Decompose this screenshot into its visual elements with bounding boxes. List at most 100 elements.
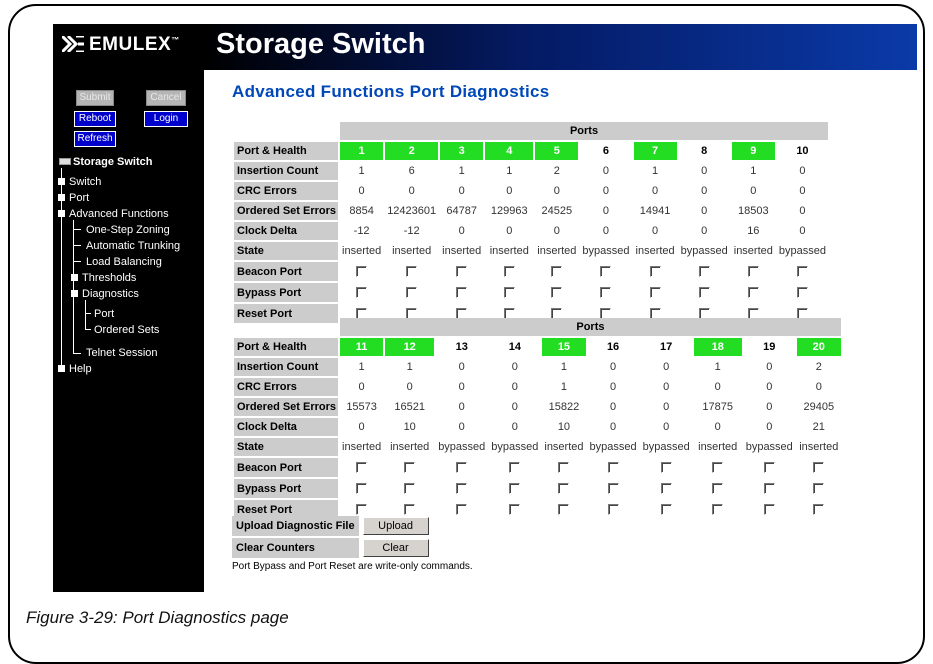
reset-port-checkbox[interactable] bbox=[456, 504, 468, 516]
bypass-port-checkbox[interactable] bbox=[712, 483, 724, 495]
tree-item-thresholds[interactable]: Thresholds bbox=[71, 272, 136, 284]
reset-port-checkbox[interactable] bbox=[509, 504, 521, 516]
tree-root[interactable]: Storage Switch bbox=[59, 156, 152, 168]
tree-item-port[interactable]: Port bbox=[58, 192, 89, 204]
beacon-port-checkbox[interactable] bbox=[607, 462, 619, 474]
tree-item-switch[interactable]: Switch bbox=[58, 176, 101, 188]
bypass-port-checkbox[interactable] bbox=[551, 287, 563, 299]
ose-value: 0 bbox=[602, 205, 610, 217]
insertion-value: 0 bbox=[602, 165, 610, 177]
tree-item-diagnostics[interactable]: Diagnostics bbox=[71, 288, 139, 300]
app-title: Storage Switch bbox=[216, 28, 426, 60]
bypass-port-checkbox[interactable] bbox=[747, 287, 759, 299]
bypass-port-checkbox[interactable] bbox=[660, 483, 672, 495]
beacon-port-checkbox[interactable] bbox=[509, 462, 521, 474]
bypass-port-checkbox[interactable] bbox=[509, 483, 521, 495]
bypass-port-checkbox[interactable] bbox=[456, 483, 468, 495]
reboot-button[interactable]: Reboot bbox=[74, 111, 116, 127]
reset-port-checkbox[interactable] bbox=[607, 504, 619, 516]
beacon-port-checkbox[interactable] bbox=[747, 266, 759, 278]
crc-value: 0 bbox=[610, 381, 617, 393]
bypass-port-checkbox[interactable] bbox=[406, 287, 418, 299]
port-health-cell: 14 bbox=[508, 341, 521, 353]
port-health-cell: 16 bbox=[606, 341, 620, 353]
state-value: inserted bbox=[733, 245, 773, 257]
bypass-port-checkbox[interactable] bbox=[649, 287, 661, 299]
beacon-port-checkbox[interactable] bbox=[712, 462, 724, 474]
bypass-port-checkbox[interactable] bbox=[698, 287, 710, 299]
bypass-port-checkbox[interactable] bbox=[404, 483, 416, 495]
insertion-value: 0 bbox=[799, 165, 806, 177]
beacon-port-checkbox[interactable] bbox=[404, 462, 416, 474]
bypass-port-checkbox[interactable] bbox=[456, 287, 468, 299]
reset-port-checkbox[interactable] bbox=[813, 504, 825, 516]
beacon-port-checkbox[interactable] bbox=[649, 266, 661, 278]
state-value: inserted bbox=[537, 245, 577, 257]
beacon-port-checkbox[interactable] bbox=[660, 462, 672, 474]
beacon-port-checkbox[interactable] bbox=[551, 266, 563, 278]
tree-item-help[interactable]: Help bbox=[58, 363, 92, 375]
reset-port-checkbox[interactable] bbox=[660, 504, 672, 516]
logo-text: EMULEX bbox=[89, 34, 172, 55]
bypass-port-checkbox[interactable] bbox=[503, 287, 515, 299]
bypass-port-checkbox[interactable] bbox=[600, 287, 612, 299]
refresh-button[interactable]: Refresh bbox=[74, 131, 116, 147]
beacon-port-checkbox[interactable] bbox=[456, 266, 468, 278]
tree-item-ordered-sets[interactable]: Ordered Sets bbox=[94, 324, 159, 336]
tree-item-diag-port[interactable]: Port bbox=[94, 308, 114, 320]
state-value: inserted bbox=[799, 441, 839, 453]
tree-item-advanced[interactable]: Advanced Functions bbox=[58, 208, 169, 220]
tree-item-onestep[interactable]: One-Step Zoning bbox=[86, 224, 170, 236]
beacon-port-checkbox[interactable] bbox=[406, 266, 418, 278]
ports-table-2: Ports Port & Health 11 12 13 14 15 16 17 18 19 20 In… bbox=[232, 316, 843, 521]
beacon-port-checkbox[interactable] bbox=[763, 462, 775, 474]
sidebar bbox=[53, 24, 204, 592]
beacon-port-checkbox[interactable] bbox=[813, 462, 825, 474]
ose-value: 64787 bbox=[446, 205, 477, 217]
reset-port-checkbox[interactable] bbox=[712, 504, 724, 516]
reset-port-checkbox[interactable] bbox=[763, 504, 775, 516]
port-health-cell: 11 bbox=[340, 338, 384, 356]
bypass-port-checkbox[interactable] bbox=[796, 287, 808, 299]
upload-button[interactable]: Upload bbox=[362, 517, 429, 535]
bypass-port-checkbox[interactable] bbox=[763, 483, 775, 495]
port-health-cell: 15 bbox=[542, 338, 586, 356]
ose-value: 0 bbox=[610, 401, 617, 413]
tree-item-loadbal[interactable]: Load Balancing bbox=[86, 256, 162, 268]
switch-icon bbox=[59, 158, 71, 165]
login-button[interactable]: Login bbox=[144, 111, 188, 127]
port-health-cell: 8 bbox=[701, 145, 708, 157]
beacon-port-checkbox[interactable] bbox=[503, 266, 515, 278]
clock-value: 0 bbox=[506, 225, 513, 237]
beacon-port-checkbox[interactable] bbox=[558, 462, 570, 474]
bypass-port-checkbox[interactable] bbox=[558, 483, 570, 495]
beacon-port-checkbox[interactable] bbox=[356, 462, 368, 474]
bypass-port-checkbox[interactable] bbox=[356, 287, 368, 299]
insertion-value: 1 bbox=[458, 165, 465, 177]
beacon-port-checkbox[interactable] bbox=[796, 266, 808, 278]
crc-value: 0 bbox=[663, 381, 670, 393]
ose-value: 12423601 bbox=[387, 205, 437, 217]
bypass-port-checkbox[interactable] bbox=[607, 483, 619, 495]
bypass-port-checkbox[interactable] bbox=[356, 483, 368, 495]
beacon-port-checkbox[interactable] bbox=[698, 266, 710, 278]
insertion-value: 1 bbox=[652, 165, 659, 177]
insertion-value: 1 bbox=[406, 361, 413, 373]
row-label-clock: Clock Delta bbox=[234, 222, 339, 240]
tree-item-telnet[interactable]: Telnet Session bbox=[86, 347, 158, 359]
reset-port-checkbox[interactable] bbox=[558, 504, 570, 516]
submit-button[interactable]: Submit bbox=[76, 90, 114, 106]
ose-value: 129963 bbox=[490, 205, 528, 217]
insertion-value: 1 bbox=[714, 361, 721, 373]
expand-icon bbox=[58, 365, 65, 372]
cancel-button[interactable]: Cancel bbox=[146, 90, 186, 106]
clear-button[interactable]: Clear bbox=[362, 539, 429, 557]
emulex-logo: EMULEX™ bbox=[62, 34, 180, 56]
beacon-port-checkbox[interactable] bbox=[600, 266, 612, 278]
beacon-port-checkbox[interactable] bbox=[356, 266, 368, 278]
expand-icon bbox=[58, 178, 65, 185]
tree-line bbox=[73, 220, 74, 354]
beacon-port-checkbox[interactable] bbox=[456, 462, 468, 474]
bypass-port-checkbox[interactable] bbox=[813, 483, 825, 495]
tree-item-trunking[interactable]: Automatic Trunking bbox=[86, 240, 180, 252]
